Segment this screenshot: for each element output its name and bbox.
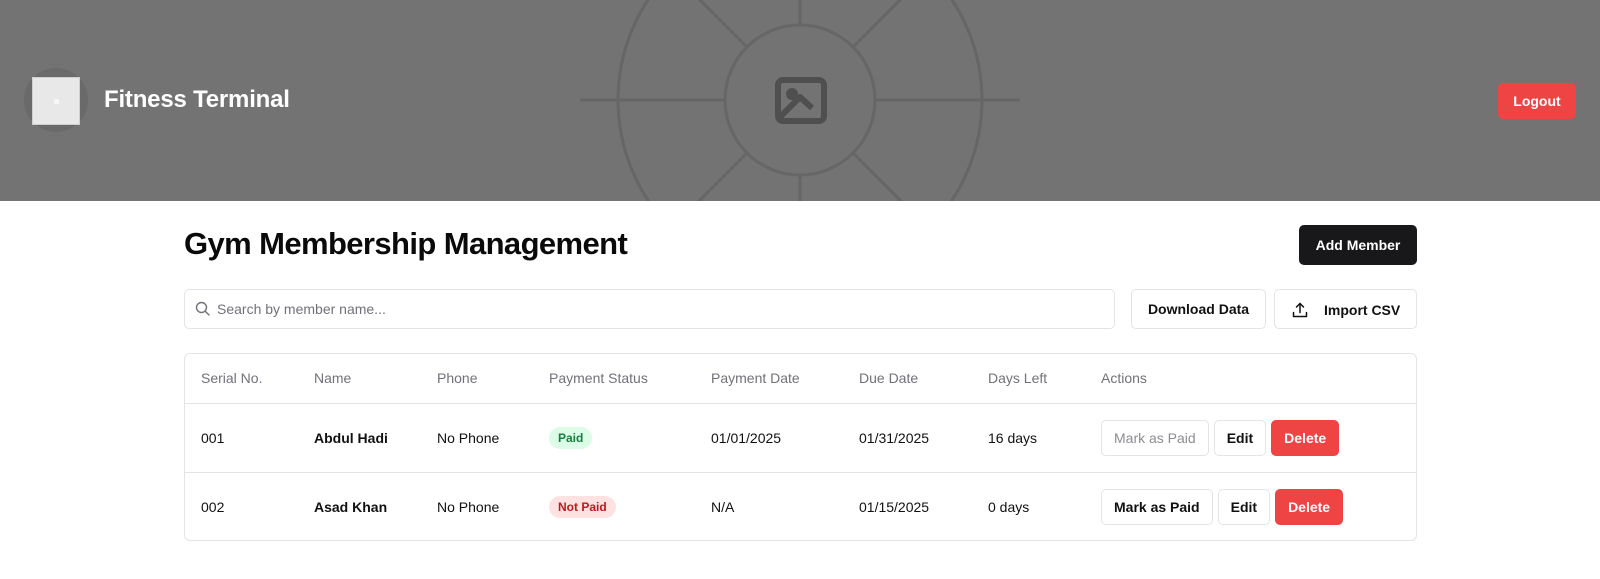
serial-cell: 002 [201, 498, 225, 515]
column-header: Due Date [843, 354, 972, 404]
actions-cell: Mark as Paid Edit Delete [1085, 403, 1416, 473]
name-cell: Abdul Hadi [298, 403, 421, 473]
days-left-cell: 0 days [988, 498, 1030, 515]
column-header: Serial No. [185, 354, 298, 404]
delete-button[interactable]: Delete [1275, 488, 1344, 525]
column-header: Payment Status [533, 354, 695, 404]
column-header: Payment Date [695, 354, 843, 404]
hero-banner: Fitness Terminal Logout [0, 0, 1600, 201]
image-placeholder-icon [775, 77, 827, 124]
upload-icon [1292, 302, 1308, 318]
payment-date-cell: N/A [711, 498, 735, 515]
phone-cell: No Phone [437, 498, 500, 515]
status-cell: Not Paid [533, 472, 695, 540]
due-date-cell: 01/31/2025 [843, 403, 972, 473]
name-cell: Asad Khan [314, 498, 388, 515]
add-member-button[interactable]: Add Member [1299, 225, 1417, 265]
days-left-cell: 16 days [972, 403, 1085, 473]
payment-date-cell: 01/01/2025 [695, 403, 843, 473]
column-header: Actions [1085, 354, 1416, 404]
table-header-row: Serial No. Name Phone Payment Status Pay… [185, 354, 1416, 404]
edit-button[interactable]: Edit [1217, 488, 1271, 525]
search-icon [195, 301, 210, 316]
column-header: Phone [421, 354, 533, 404]
import-csv-button[interactable]: Import CSV [1274, 289, 1417, 329]
download-data-button[interactable]: Download Data [1131, 289, 1266, 329]
search-input[interactable] [217, 290, 1097, 328]
edit-button[interactable]: Edit [1213, 419, 1267, 456]
column-header: Days Left [972, 354, 1085, 404]
mark-as-paid-button: Mark as Paid [1101, 419, 1209, 456]
serial-cell: 001 [185, 403, 298, 473]
logo [32, 77, 80, 125]
page-title: Gym Membership Management [184, 226, 628, 261]
import-csv-label: Import CSV [1324, 302, 1401, 318]
phone-cell: No Phone [421, 403, 533, 473]
status-badge: Paid [549, 426, 593, 449]
actions-cell: Mark as Paid Edit Delete [1085, 472, 1416, 540]
due-date-cell: 01/15/2025 [859, 498, 930, 515]
app-title: Fitness Terminal [104, 86, 290, 113]
search-box [184, 289, 1115, 329]
logout-button[interactable]: Logout [1498, 83, 1576, 119]
delete-button[interactable]: Delete [1271, 419, 1340, 456]
mark-as-paid-button[interactable]: Mark as Paid [1101, 488, 1213, 525]
status-cell: Paid [533, 403, 695, 473]
column-header: Name [298, 354, 421, 404]
members-table: Serial No. Name Phone Payment Status Pay… [184, 353, 1417, 541]
status-badge: Not Paid [549, 495, 616, 518]
table-row: 001 Abdul Hadi No Phone Paid 01/01/2025 … [185, 403, 1416, 473]
table-row: 002 Asad Khan No Phone Not Paid N/A 01/1… [185, 472, 1416, 540]
